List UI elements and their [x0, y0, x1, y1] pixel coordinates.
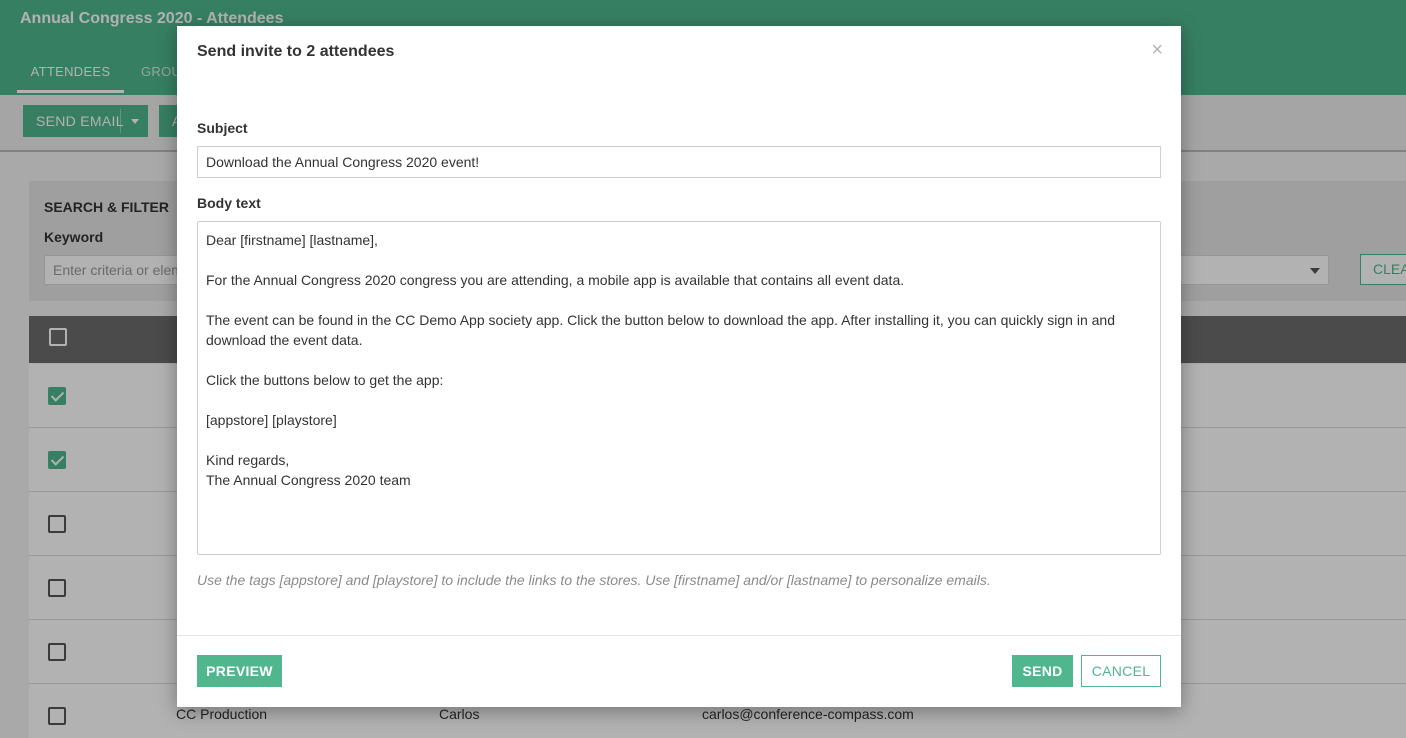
send-invite-dialog: Send invite to 2 attendees × Subject Bod…: [177, 26, 1181, 707]
body-text-field[interactable]: Dear [firstname] [lastname], For the Ann…: [197, 221, 1161, 555]
body-text-label: Body text: [197, 195, 261, 211]
cancel-button[interactable]: CANCEL: [1081, 655, 1161, 687]
dialog-divider: [177, 635, 1181, 636]
subject-label: Subject: [197, 120, 248, 136]
dialog-title: Send invite to 2 attendees: [197, 43, 395, 60]
close-icon[interactable]: ×: [1151, 40, 1163, 60]
help-text: Use the tags [appstore] and [playstore] …: [197, 572, 991, 588]
subject-input[interactable]: [197, 146, 1161, 178]
send-button[interactable]: SEND: [1012, 655, 1073, 687]
preview-button[interactable]: PREVIEW: [197, 655, 282, 687]
